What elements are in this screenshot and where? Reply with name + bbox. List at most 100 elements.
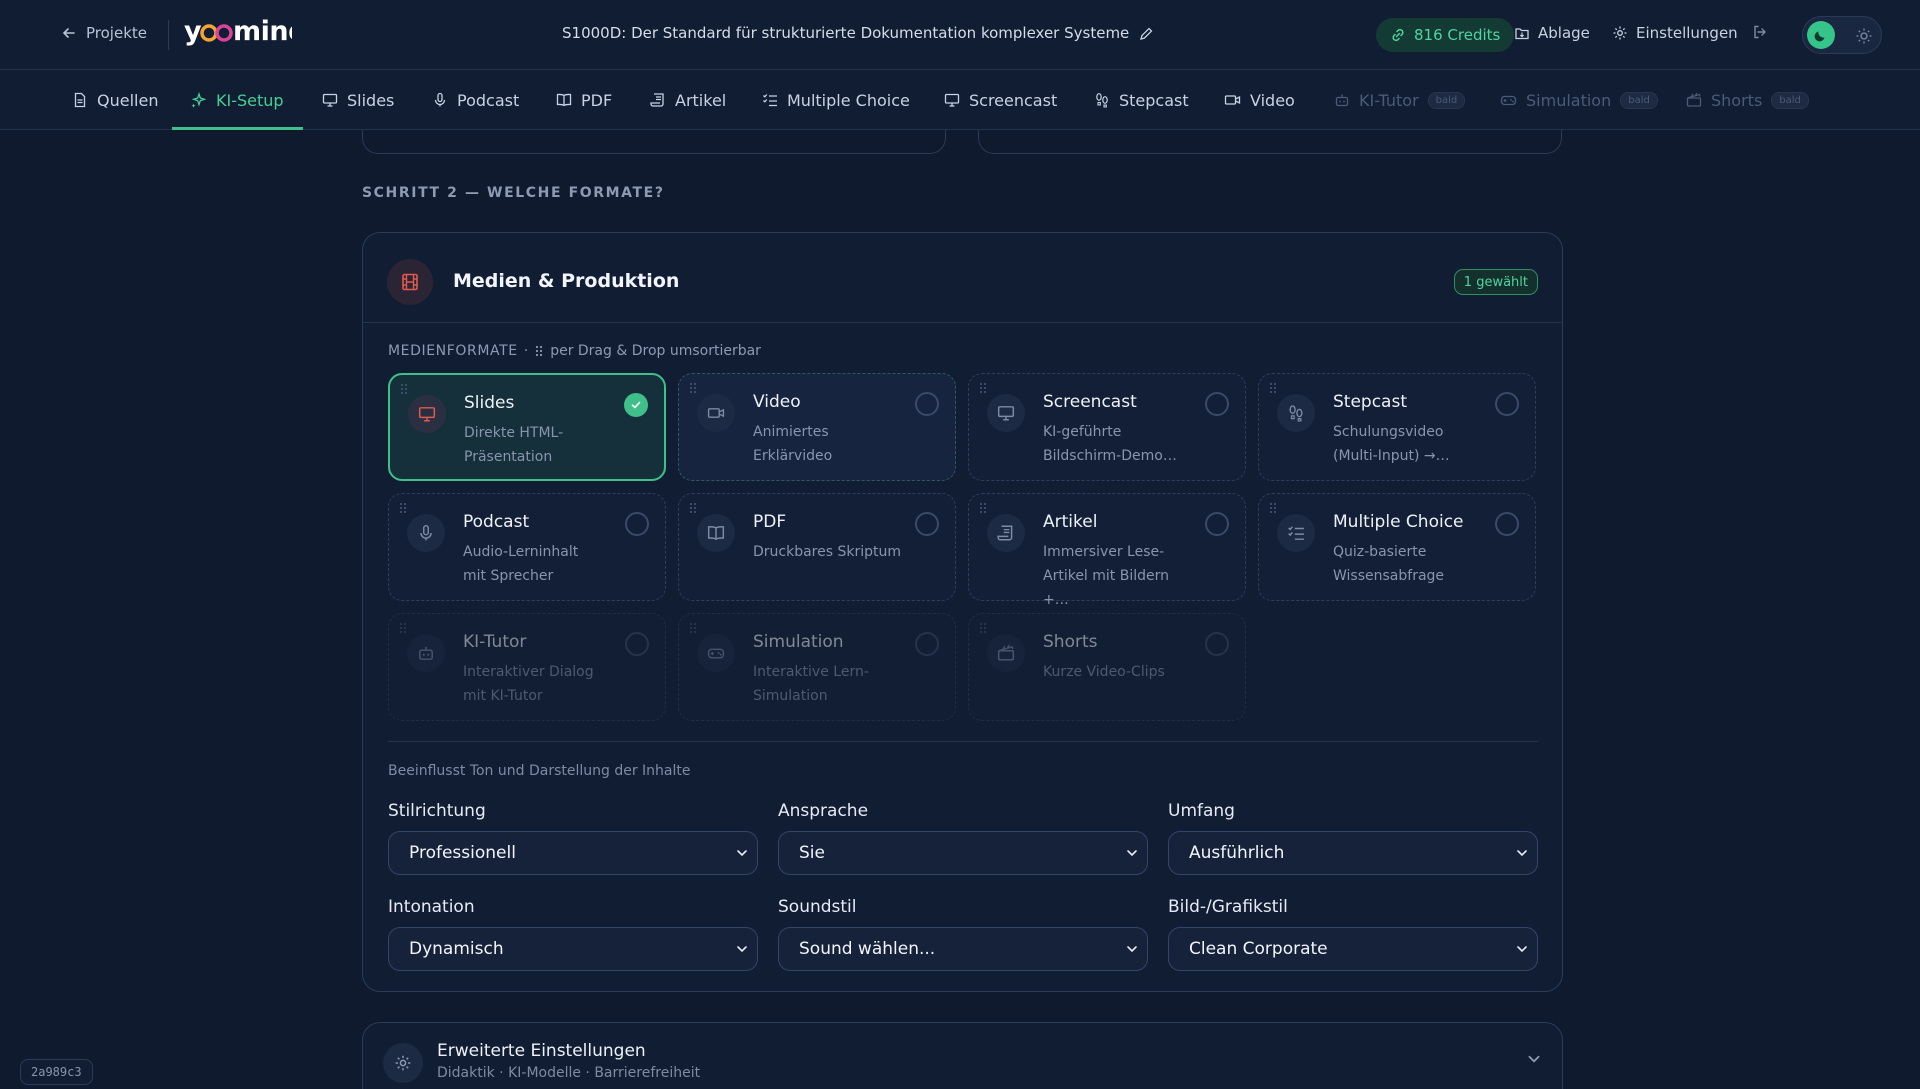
format-card-podcast[interactable]: Podcast Audio-Lerninhalt mit Sprecher xyxy=(388,493,666,601)
step1-card-left[interactable] xyxy=(362,130,946,154)
format-description: Audio-Lerninhalt mit Sprecher xyxy=(463,544,579,584)
tab-label: Simulation xyxy=(1526,90,1612,110)
format-card-shorts: Shorts Kurze Video-Clips xyxy=(968,613,1246,721)
format-card-pdf[interactable]: PDF Druckbares Skriptum xyxy=(678,493,956,601)
drag-handle-icon[interactable] xyxy=(400,383,408,395)
tab-label: Artikel xyxy=(675,90,727,110)
intonation-select[interactable]: Dynamisch xyxy=(388,927,758,971)
advanced-settings-panel[interactable]: Erweiterte Einstellungen Didaktik · KI-M… xyxy=(362,1022,1563,1089)
soon-badge: bald xyxy=(1427,91,1466,109)
tab-podcast[interactable]: Podcast xyxy=(432,70,519,130)
stilrichtung-select[interactable]: Professionell xyxy=(388,831,758,875)
bildstil-select[interactable]: Clean Corporate xyxy=(1168,927,1538,971)
format-title: Screencast xyxy=(1043,392,1137,412)
clapper-icon xyxy=(987,634,1025,672)
back-to-projects-link[interactable]: Projekte xyxy=(62,24,147,42)
moon-icon xyxy=(1807,21,1835,49)
tab-label: Multiple Choice xyxy=(787,90,910,110)
logout-button[interactable] xyxy=(1752,24,1768,40)
format-tabs: Quellen KI-Setup Slides Podcast PDF Arti… xyxy=(0,70,1920,130)
format-title: KI-Tutor xyxy=(463,632,527,652)
tab-screencast[interactable]: Screencast xyxy=(944,70,1057,130)
separator-dot: · xyxy=(523,343,529,359)
format-card-video[interactable]: Video Animiertes Erklärvideo xyxy=(678,373,956,481)
tab-label: KI-Setup xyxy=(216,90,284,110)
select-radio[interactable] xyxy=(915,392,939,416)
svg-text:y: y xyxy=(184,16,202,47)
logo[interactable]: y mind yoomind xyxy=(184,14,292,48)
field-bildstil: Bild-/Grafikstil Clean Corporate xyxy=(1168,897,1538,971)
tab-shorts: Shorts bald xyxy=(1686,70,1809,130)
field-ansprache: Ansprache Sie xyxy=(778,801,1148,875)
project-title[interactable]: S1000D: Der Standard für strukturierte D… xyxy=(562,24,1154,42)
format-description: Kurze Video-Clips xyxy=(1043,664,1165,680)
pencil-icon[interactable] xyxy=(1139,26,1154,41)
yoomind-logo: y mind xyxy=(184,16,292,47)
field-label: Umfang xyxy=(1168,801,1235,821)
field-stilrichtung: Stilrichtung Professionell xyxy=(388,801,758,875)
select-radio[interactable] xyxy=(625,512,649,536)
tab-quellen[interactable]: Quellen xyxy=(72,70,158,130)
tab-slides[interactable]: Slides xyxy=(322,70,394,130)
storage-button[interactable]: Ablage xyxy=(1514,24,1590,42)
format-card-stepcast[interactable]: Stepcast Schulungsvideo (Multi-Input) →… xyxy=(1258,373,1536,481)
format-title: Podcast xyxy=(463,512,530,532)
microphone-icon xyxy=(434,92,446,107)
tab-video[interactable]: Video xyxy=(1224,70,1295,130)
settings-button[interactable]: Einstellungen xyxy=(1612,24,1738,42)
gamepad-icon xyxy=(697,634,735,672)
scroll-icon xyxy=(650,93,664,107)
storage-label: Ablage xyxy=(1538,24,1590,42)
tab-label: Stepcast xyxy=(1119,90,1189,110)
tab-multiple-choice[interactable]: Multiple Choice xyxy=(762,70,910,130)
book-icon xyxy=(697,514,735,552)
umfang-select[interactable]: Ausführlich xyxy=(1168,831,1538,875)
top-divider xyxy=(168,20,169,50)
sparkle-icon xyxy=(191,91,207,108)
tab-artikel[interactable]: Artikel xyxy=(650,70,726,130)
selected-count-badge: 1 gewählt xyxy=(1453,269,1538,295)
format-card-slides[interactable]: Slides Direkte HTML-Präsentation xyxy=(388,373,666,481)
credits-pill[interactable]: 816 Credits xyxy=(1376,18,1515,52)
drag-handle-icon[interactable] xyxy=(979,382,987,394)
format-description: Direkte HTML-Präsentation xyxy=(464,425,564,465)
tab-stepcast[interactable]: Stepcast xyxy=(1094,70,1189,130)
active-tab-indicator xyxy=(172,127,303,130)
drag-handle-icon[interactable] xyxy=(1269,382,1277,394)
credits-label: 816 Credits xyxy=(1414,26,1501,44)
format-title: Simulation xyxy=(753,632,844,652)
gear-icon xyxy=(1613,26,1627,40)
drag-handle-icon xyxy=(536,345,543,357)
step1-card-right[interactable] xyxy=(978,130,1562,154)
select-radio[interactable] xyxy=(1495,392,1519,416)
theme-toggle[interactable] xyxy=(1802,16,1882,54)
select-radio[interactable] xyxy=(1205,512,1229,536)
tab-ki-setup[interactable]: KI-Setup xyxy=(190,70,284,130)
ansprache-select[interactable]: Sie xyxy=(778,831,1148,875)
soundstil-select[interactable]: Sound wählen... xyxy=(778,927,1148,971)
step-label: SCHRITT 2 — WELCHE FORMATE? xyxy=(362,185,665,201)
check-icon[interactable] xyxy=(624,393,648,417)
drag-handle-icon[interactable] xyxy=(399,502,407,514)
presentation-icon xyxy=(322,93,338,107)
select-radio[interactable] xyxy=(1495,512,1519,536)
drag-handle-icon[interactable] xyxy=(689,502,697,514)
format-title: PDF xyxy=(753,512,787,532)
format-card-multiple-choice[interactable]: Multiple Choice Quiz-basierte Wissensabf… xyxy=(1258,493,1536,601)
drag-handle-icon xyxy=(980,623,986,633)
format-card-artikel[interactable]: Artikel Immersiver Lese-Artikel mit Bild… xyxy=(968,493,1246,608)
tab-label: Slides xyxy=(347,90,395,110)
select-radio[interactable] xyxy=(915,512,939,536)
drag-handle-icon[interactable] xyxy=(979,502,987,514)
chevron-down-icon[interactable] xyxy=(1526,1051,1542,1067)
panel-header: Medien & Produktion 1 gewählt xyxy=(363,233,1562,323)
format-card-screencast[interactable]: Screencast KI-geführte Bildschirm-Demo… xyxy=(968,373,1246,481)
select-radio[interactable] xyxy=(1205,392,1229,416)
drag-handle-icon[interactable] xyxy=(1269,502,1277,514)
drag-handle-icon[interactable] xyxy=(689,382,697,394)
soon-badge: bald xyxy=(1620,91,1658,109)
tab-pdf[interactable]: PDF xyxy=(556,70,612,130)
tab-label: KI-Tutor xyxy=(1359,90,1419,110)
field-umfang: Umfang Ausführlich xyxy=(1168,801,1538,875)
build-version-tag: 2a989c3 xyxy=(20,1059,93,1085)
